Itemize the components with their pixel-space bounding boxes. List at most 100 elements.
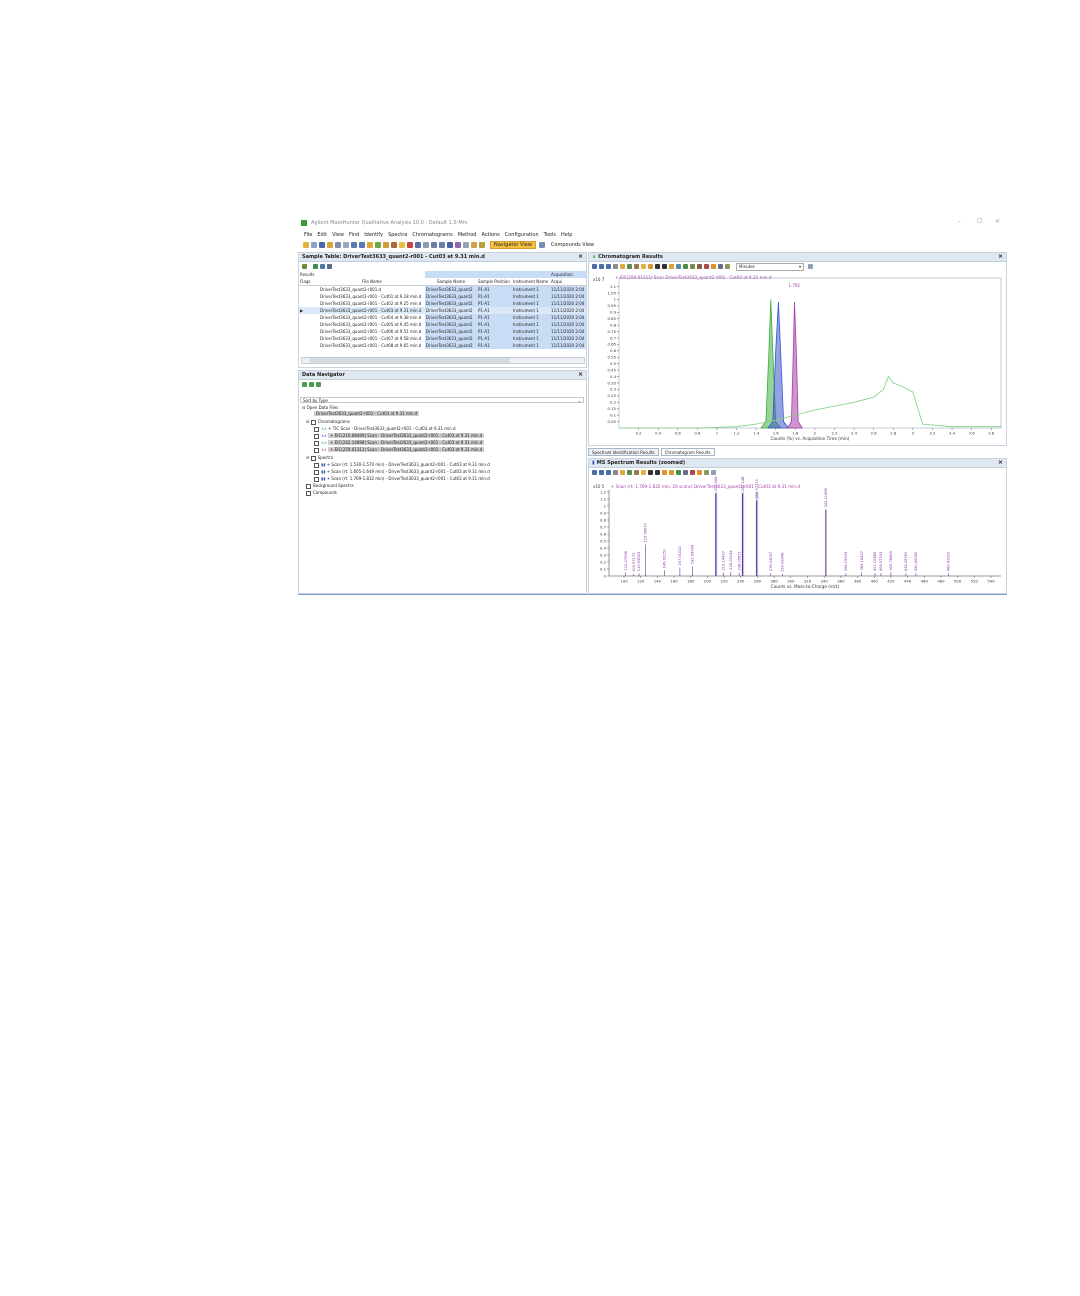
column-chooser-icon[interactable] — [302, 264, 307, 269]
compounds-view-button[interactable]: Compounds View — [551, 242, 594, 248]
refresh-icon[interactable] — [320, 264, 325, 269]
spectrum-icon[interactable] — [407, 242, 413, 248]
navigator-view-button[interactable]: Navigator View — [490, 241, 536, 249]
table-row[interactable]: ▶ DriverTest3633_quant2-r001 - Cut03 at 9… — [299, 307, 587, 314]
peak-label-icon[interactable] — [634, 264, 639, 269]
highlight-icon[interactable] — [662, 470, 667, 475]
col-acquisition[interactable]: Acqui — [550, 278, 586, 286]
percent-icon[interactable] — [690, 470, 695, 475]
uncheck-icon[interactable] — [316, 382, 321, 387]
col-file-name[interactable]: File Name — [319, 278, 425, 286]
col-flags[interactable]: Flags — [299, 278, 319, 286]
sample-table-hscrollbar[interactable] — [301, 357, 585, 364]
maximize-button[interactable]: ☐ — [977, 218, 982, 225]
anchor-icon[interactable] — [711, 264, 716, 269]
previous-icon[interactable] — [648, 470, 653, 475]
check-selected-icon[interactable] — [309, 382, 314, 387]
table-icon[interactable] — [439, 242, 445, 248]
print-icon[interactable] — [335, 242, 341, 248]
col-instrument-name[interactable]: Instrument Name — [512, 278, 550, 286]
run-icon[interactable] — [375, 242, 381, 248]
anchor-icon[interactable] — [697, 470, 702, 475]
layout-icon[interactable] — [463, 242, 469, 248]
select-icon[interactable] — [620, 470, 625, 475]
label-peaks-icon[interactable] — [627, 470, 632, 475]
table-row[interactable]: DriverTest3633_quant2-r001 - Cut05 at 9.… — [299, 321, 587, 328]
ms-spectrum-close-icon[interactable]: × — [998, 459, 1003, 466]
extract-icon[interactable] — [383, 242, 389, 248]
table-row[interactable]: DriverTest3633_quant2-r001 - Cut06 at 9.… — [299, 328, 587, 335]
range-icon[interactable] — [669, 470, 674, 475]
tree-chromatogram-item[interactable]: ∧∧ + EIC(242.14898) Scan - DriverTest363… — [314, 440, 485, 446]
menu-configuration[interactable]: Configuration — [505, 232, 539, 238]
previous-icon[interactable] — [655, 264, 660, 269]
tree-background-spectra[interactable]: Background Spectra — [306, 483, 354, 489]
properties-icon[interactable] — [725, 264, 730, 269]
tab-spectrum-identification[interactable]: Spectrum Identification Results — [588, 448, 659, 456]
stack-icon[interactable] — [676, 470, 681, 475]
zoom-icon[interactable] — [613, 264, 618, 269]
play-icon[interactable] — [313, 264, 318, 269]
menu-file[interactable]: File — [304, 232, 312, 238]
method-icon[interactable] — [367, 242, 373, 248]
print-chart-icon[interactable] — [711, 470, 716, 475]
tree-file[interactable]: DriverTest3633_quant2-r001 - Cut03 at 9.… — [314, 411, 420, 416]
save-icon[interactable] — [319, 242, 325, 248]
tree-open-data-files[interactable]: ⊟ Open Data Files — [302, 405, 338, 410]
centroid-icon[interactable] — [634, 470, 639, 475]
stack-icon[interactable] — [683, 264, 688, 269]
overlay-icon[interactable] — [676, 264, 681, 269]
data-navigator-close-icon[interactable]: × — [578, 371, 583, 378]
menu-method[interactable]: Method — [458, 232, 477, 238]
autoscale-y-icon[interactable] — [606, 264, 611, 269]
menu-help[interactable]: Help — [561, 232, 572, 238]
flag-icon[interactable] — [415, 242, 421, 248]
library-icon[interactable] — [423, 242, 429, 248]
chromatogram-close-icon[interactable]: × — [998, 253, 1003, 260]
tree-chromatogram-item[interactable]: ∧∧ + EIC(259.01311) Scan - DriverTest363… — [314, 447, 485, 453]
tab-chromatogram-results[interactable]: Chromatogram Results — [660, 448, 715, 456]
chromatogram-chart[interactable]: x10 7 + EIC(259.01311) Scan DriverTest363… — [589, 270, 1006, 446]
autoscale-y-icon[interactable] — [606, 470, 611, 475]
next-icon[interactable] — [655, 470, 660, 475]
minimize-button[interactable]: – — [958, 218, 961, 225]
close-button[interactable]: ✕ — [995, 218, 1000, 225]
select-icon[interactable] — [620, 264, 625, 269]
settings-icon[interactable] — [471, 242, 477, 248]
menu-identify[interactable]: Identify — [364, 232, 383, 238]
autoscale-icon[interactable] — [592, 470, 597, 475]
menu-chromatograms[interactable]: Chromatograms — [412, 232, 452, 238]
autoscale-x-icon[interactable] — [599, 470, 604, 475]
col-sample-position[interactable]: Sample Position — [477, 278, 512, 286]
table-row[interactable]: DriverTest3633_quant2-r001 - Cut08 at 9.… — [299, 342, 587, 349]
folder-icon[interactable] — [327, 242, 333, 248]
col-sample-name[interactable]: Sample Name — [425, 278, 477, 286]
overlay-icon[interactable] — [683, 470, 688, 475]
new-icon[interactable] — [311, 242, 317, 248]
menu-find[interactable]: Find — [349, 232, 359, 238]
menu-spectra[interactable]: Spectra — [388, 232, 407, 238]
check-all-icon[interactable] — [302, 382, 307, 387]
print-chart-icon[interactable] — [808, 264, 813, 269]
chart-icon[interactable] — [431, 242, 437, 248]
table-row[interactable]: DriverTest3633_quant2-r001 - Cut07 at 9.… — [299, 335, 587, 342]
next-icon[interactable] — [662, 264, 667, 269]
table-row[interactable]: DriverTest3633_quant2-r001 - Cut01 at 9.… — [299, 293, 587, 300]
undo-icon[interactable] — [351, 242, 357, 248]
properties-icon[interactable] — [704, 470, 709, 475]
sample-table-close-icon[interactable]: × — [578, 253, 583, 260]
copy-chart-icon[interactable] — [718, 264, 723, 269]
extract-spectrum-icon[interactable] — [641, 264, 646, 269]
compound-icon[interactable] — [455, 242, 461, 248]
menu-edit[interactable]: Edit — [317, 232, 327, 238]
tree-chromatograms[interactable]: ⊟ Chromatograms — [306, 419, 350, 425]
tree-spectrum-item[interactable]: ▮▮ + Scan (rt: 1.530-1.570 min) - Driver… — [314, 462, 490, 468]
tree-chromatogram-item[interactable]: ∧∧ + TIC Scan - DriverTest3633_quant2-r0… — [314, 426, 456, 432]
report-icon[interactable] — [447, 242, 453, 248]
autoscale-x-icon[interactable] — [599, 264, 604, 269]
tree-compounds[interactable]: Compounds — [306, 490, 337, 496]
open-icon[interactable] — [303, 242, 309, 248]
print-table-icon[interactable] — [327, 264, 332, 269]
percent-icon[interactable] — [704, 264, 709, 269]
tree-spectrum-item[interactable]: ▮▮ + Scan (rt: 1.605-1.649 min) - Driver… — [314, 469, 490, 475]
